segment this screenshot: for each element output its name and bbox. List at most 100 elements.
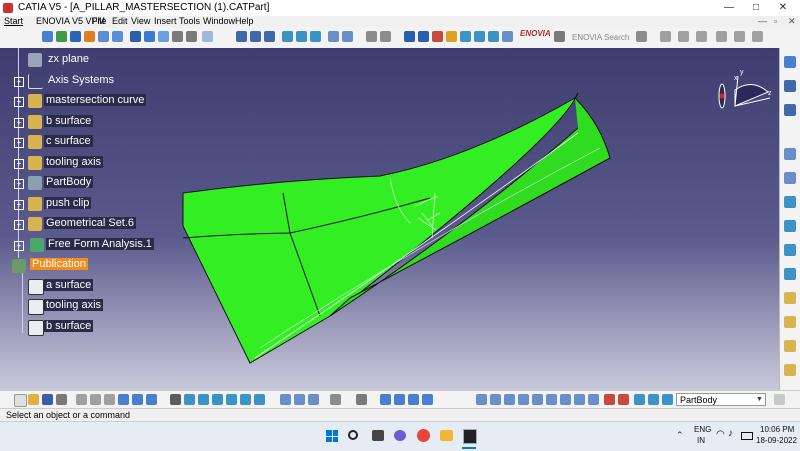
rotate-tool-icon[interactable] (784, 316, 796, 328)
define-work-object-icon[interactable] (634, 394, 645, 405)
extract-icon[interactable] (784, 220, 796, 232)
menu-window[interactable]: Window (203, 16, 235, 27)
tree-item-free-form-analysis[interactable]: + Free Form Analysis.1 (0, 237, 200, 255)
measure-item-icon[interactable] (394, 394, 405, 405)
copy-icon[interactable] (366, 31, 377, 42)
tree-item-publication-tooling-axis[interactable]: tooling axis (0, 298, 200, 316)
save-icon[interactable] (42, 394, 53, 405)
formula-icon[interactable] (170, 394, 181, 405)
inertia-icon[interactable] (408, 394, 419, 405)
law-icon[interactable] (560, 394, 571, 405)
3d-viewport[interactable]: x y z zx plane + Axis Systems + masterse… (0, 48, 779, 390)
language-code[interactable]: ENG (694, 425, 711, 434)
view-mode-icon[interactable] (280, 394, 291, 405)
curve-tool-icon[interactable] (784, 104, 796, 116)
expand-icon[interactable]: + (14, 138, 24, 148)
maximize-button[interactable]: □ (745, 1, 767, 14)
tray-chevron-icon[interactable]: ⌃ (676, 430, 684, 441)
clock-time[interactable]: 10:06 PM (760, 425, 794, 434)
symmetry-icon[interactable] (784, 340, 796, 352)
undo-icon[interactable] (118, 394, 129, 405)
search-icon[interactable] (342, 31, 353, 42)
rotate-view-icon[interactable] (212, 394, 223, 405)
pan-tool-icon[interactable] (198, 394, 209, 405)
menu-insert[interactable]: Insert (154, 16, 177, 27)
extra-icon[interactable] (752, 31, 763, 42)
normal-view-tool-icon[interactable] (240, 394, 251, 405)
expand-icon[interactable]: + (14, 159, 24, 169)
tree-item-publication[interactable]: Publication (0, 257, 200, 275)
minimize-button[interactable]: — (718, 1, 740, 14)
tree-item-publication-a-surface[interactable]: a surface (0, 278, 200, 296)
revolve-icon[interactable] (296, 31, 307, 42)
wireframe-icon[interactable] (308, 394, 319, 405)
tree-item-partbody[interactable]: + PartBody (0, 175, 200, 193)
normal-view-icon[interactable] (130, 31, 141, 42)
zoom-in-icon[interactable] (98, 31, 109, 42)
check-icon[interactable] (518, 394, 529, 405)
volume-icon[interactable]: ♪ (728, 428, 733, 439)
battery-icon[interactable] (741, 432, 753, 440)
tree-item-geometrical-set-6[interactable]: + Geometrical Set.6 (0, 216, 200, 234)
select-icon[interactable] (784, 56, 796, 68)
reaction-icon[interactable] (532, 394, 543, 405)
copy-tool-icon[interactable] (90, 394, 101, 405)
hide-icon[interactable] (330, 394, 341, 405)
current-body-select[interactable]: PartBody ▼ (676, 393, 766, 406)
clock-date[interactable]: 18-09-2022 (756, 436, 797, 445)
zoom-out-icon[interactable] (112, 31, 123, 42)
menu-start[interactable]: Start (4, 16, 23, 27)
offset-icon[interactable] (502, 31, 513, 42)
doc-restore-button[interactable]: ▫ (774, 16, 777, 27)
fill-icon[interactable] (784, 244, 796, 256)
fillet-icon[interactable] (446, 31, 457, 42)
utility-icon[interactable] (734, 31, 745, 42)
tree-item-zx-plane[interactable]: zx plane (0, 52, 200, 70)
shading-icon[interactable] (158, 31, 169, 42)
line-icon[interactable] (236, 31, 247, 42)
catia-taskbar-icon[interactable] (463, 429, 477, 444)
enovia-tool-icon[interactable] (636, 31, 647, 42)
chevron-down-icon[interactable]: ▼ (755, 395, 764, 405)
surface-tool-icon[interactable] (784, 80, 796, 92)
swap-visible-icon[interactable] (186, 31, 197, 42)
chat-icon[interactable] (394, 430, 406, 441)
menu-view[interactable]: View (131, 16, 150, 27)
hide-show-icon[interactable] (172, 31, 183, 42)
close-button[interactable]: ✕ (772, 1, 794, 14)
open-icon[interactable] (28, 394, 39, 405)
enovia-connect-icon[interactable] (554, 31, 565, 42)
extrude-icon[interactable] (282, 31, 293, 42)
expand-icon[interactable]: + (14, 77, 24, 87)
boundary-icon[interactable] (784, 196, 796, 208)
catalog-icon[interactable] (356, 394, 367, 405)
menu-tools[interactable]: Tools (179, 16, 200, 27)
point-icon[interactable] (432, 31, 443, 42)
expand-icon[interactable]: + (14, 179, 24, 189)
customize-icon[interactable] (678, 31, 689, 42)
translate-icon[interactable] (784, 292, 796, 304)
expand-icon[interactable]: + (14, 97, 24, 107)
compass-icon[interactable] (718, 75, 771, 109)
fly-mode-icon[interactable] (42, 31, 53, 42)
tree-item-axis-systems[interactable]: + Axis Systems (0, 73, 200, 91)
analysis-tool-icon[interactable] (784, 148, 796, 160)
fit-all-icon[interactable] (56, 31, 67, 42)
tree-item-tooling-axis[interactable]: + tooling axis (0, 155, 200, 173)
macro-icon[interactable] (716, 31, 727, 42)
clash-icon[interactable] (422, 394, 433, 405)
circle-icon[interactable] (264, 31, 275, 42)
measure-icon[interactable] (328, 31, 339, 42)
shading-tool-icon[interactable] (294, 394, 305, 405)
zoom-tool-icon[interactable] (226, 394, 237, 405)
cut-icon[interactable] (76, 394, 87, 405)
search-icon[interactable] (348, 430, 358, 440)
paste-icon[interactable] (380, 31, 391, 42)
file-explorer-icon[interactable] (440, 430, 453, 441)
sketch-icon[interactable] (404, 31, 415, 42)
menu-help[interactable]: Help (235, 16, 254, 27)
constraint-icon[interactable] (588, 394, 599, 405)
iso-view-icon[interactable] (144, 31, 155, 42)
rule-icon[interactable] (504, 394, 515, 405)
tree-item-mastersection-curve[interactable]: + mastersection curve (0, 93, 200, 111)
